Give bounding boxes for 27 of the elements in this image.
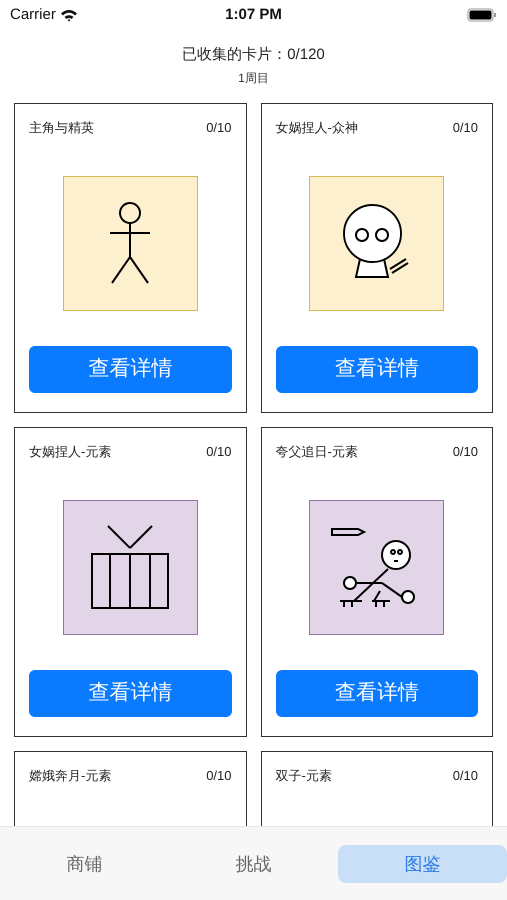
card-count: 0/10	[206, 767, 232, 785]
view-details-button[interactable]: 查看详情	[29, 346, 232, 392]
battery-icon	[467, 8, 497, 22]
wifi-icon	[60, 8, 78, 22]
status-time: 1:07 PM	[225, 4, 282, 25]
tab[interactable]: 挑战	[169, 845, 338, 883]
carrier-label: Carrier	[10, 4, 56, 25]
view-details-button[interactable]: 查看详情	[276, 346, 478, 392]
box-icon	[90, 524, 170, 610]
card-title: 双子-元素	[276, 767, 332, 785]
card-count: 0/10	[452, 443, 478, 461]
round-label: 1周目	[238, 70, 269, 86]
stick-figure-icon	[108, 201, 152, 285]
card-count: 0/10	[452, 119, 478, 137]
card-title: 嫦娥奔月-元素	[29, 767, 112, 785]
collection-title: 已收集的卡片：0/120	[182, 45, 325, 65]
card-count: 0/10	[206, 443, 232, 461]
card-title: 主角与精英	[29, 119, 94, 137]
card-title: 女娲捏人-元素	[29, 443, 112, 461]
tab[interactable]: 图鉴	[338, 845, 507, 883]
card-title: 女娲捏人-众神	[276, 119, 358, 137]
card-title: 夸父追日-元素	[276, 443, 358, 461]
view-details-button[interactable]: 查看详情	[29, 670, 232, 716]
view-details-button[interactable]: 查看详情	[276, 670, 478, 716]
tab[interactable]: 商铺	[0, 845, 169, 883]
card-count: 0/10	[452, 767, 478, 785]
card-count: 0/10	[206, 119, 232, 137]
